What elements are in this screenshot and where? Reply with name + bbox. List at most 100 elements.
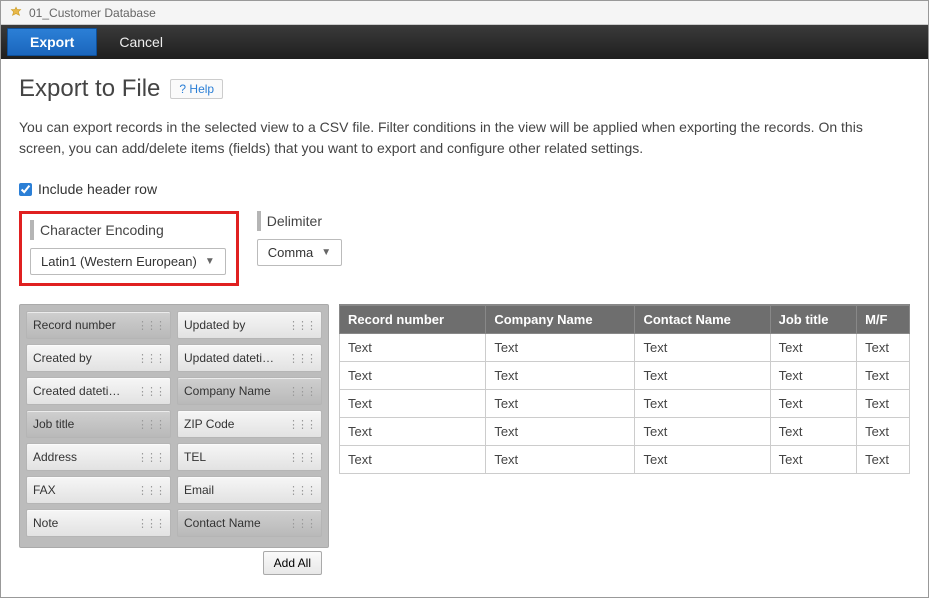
encoding-label: Character Encoding <box>30 220 226 240</box>
table-row: TextTextTextTextText <box>340 418 910 446</box>
table-header-row: Record numberCompany NameContact NameJob… <box>340 306 910 334</box>
table-cell: Text <box>770 418 857 446</box>
field-chip-label: ZIP Code <box>184 417 288 431</box>
table-cell: Text <box>486 418 635 446</box>
chevron-down-icon: ▼ <box>321 247 331 258</box>
table-cell: Text <box>857 446 910 474</box>
table-cell: Text <box>635 446 770 474</box>
grip-icon: ⋮⋮⋮ <box>137 352 164 365</box>
table-cell: Text <box>857 334 910 362</box>
grip-icon: ⋮⋮⋮ <box>137 451 164 464</box>
encoding-select[interactable]: Latin1 (Western European) ▼ <box>30 248 226 275</box>
field-chip-label: Job title <box>33 417 137 431</box>
field-chip[interactable]: Job title⋮⋮⋮ <box>26 410 171 438</box>
table-cell: Text <box>486 362 635 390</box>
table-cell: Text <box>340 418 486 446</box>
field-chip-label: FAX <box>33 483 137 497</box>
preview-table-wrap[interactable]: Record numberCompany NameContact NameJob… <box>339 304 910 474</box>
field-chip[interactable]: ZIP Code⋮⋮⋮ <box>177 410 322 438</box>
table-cell: Text <box>770 390 857 418</box>
field-column-right: Updated by⋮⋮⋮Updated dateti…⋮⋮⋮Company N… <box>177 311 322 541</box>
field-chip[interactable]: Note⋮⋮⋮ <box>26 509 171 537</box>
table-cell: Text <box>770 446 857 474</box>
field-picker-panel: Record number⋮⋮⋮Created by⋮⋮⋮Created dat… <box>19 304 329 548</box>
table-cell: Text <box>340 446 486 474</box>
grip-icon: ⋮⋮⋮ <box>288 385 315 398</box>
app-icon <box>9 6 23 20</box>
field-chip-label: Company Name <box>184 384 288 398</box>
grip-icon: ⋮⋮⋮ <box>288 418 315 431</box>
field-chip[interactable]: Updated dateti…⋮⋮⋮ <box>177 344 322 372</box>
field-chip[interactable]: Company Name⋮⋮⋮ <box>177 377 322 405</box>
table-cell: Text <box>486 390 635 418</box>
chevron-down-icon: ▼ <box>205 256 215 267</box>
table-row: TextTextTextTextText <box>340 390 910 418</box>
table-cell: Text <box>635 334 770 362</box>
table-row: TextTextTextTextText <box>340 362 910 390</box>
page-description: You can export records in the selected v… <box>19 117 889 159</box>
field-chip-label: Updated by <box>184 318 288 332</box>
table-header-cell[interactable]: M/F <box>857 306 910 334</box>
page-title: Export to File <box>19 75 160 103</box>
table-cell: Text <box>340 334 486 362</box>
grip-icon: ⋮⋮⋮ <box>288 319 315 332</box>
table-cell: Text <box>486 334 635 362</box>
field-chip[interactable]: Email⋮⋮⋮ <box>177 476 322 504</box>
table-header-cell[interactable]: Record number <box>340 306 486 334</box>
table-cell: Text <box>340 362 486 390</box>
add-all-button[interactable]: Add All <box>263 551 322 575</box>
field-chip[interactable]: TEL⋮⋮⋮ <box>177 443 322 471</box>
include-header-checkbox[interactable] <box>19 183 32 196</box>
grip-icon: ⋮⋮⋮ <box>288 517 315 530</box>
field-column-left: Record number⋮⋮⋮Created by⋮⋮⋮Created dat… <box>26 311 171 541</box>
field-chip[interactable]: Address⋮⋮⋮ <box>26 443 171 471</box>
table-cell: Text <box>857 390 910 418</box>
field-chip[interactable]: Created dateti…⋮⋮⋮ <box>26 377 171 405</box>
help-link[interactable]: ? Help <box>170 79 223 99</box>
grip-icon: ⋮⋮⋮ <box>137 517 164 530</box>
table-header-cell[interactable]: Contact Name <box>635 306 770 334</box>
field-chip-label: Note <box>33 516 137 530</box>
table-cell: Text <box>486 446 635 474</box>
table-cell: Text <box>635 418 770 446</box>
grip-icon: ⋮⋮⋮ <box>288 451 315 464</box>
field-chip-label: Created by <box>33 351 137 365</box>
table-cell: Text <box>857 418 910 446</box>
delimiter-value: Comma <box>268 245 314 260</box>
table-cell: Text <box>340 390 486 418</box>
table-cell: Text <box>770 362 857 390</box>
include-header-row[interactable]: Include header row <box>19 181 910 197</box>
table-cell: Text <box>635 390 770 418</box>
table-cell: Text <box>635 362 770 390</box>
field-chip-label: Updated dateti… <box>184 351 288 365</box>
encoding-value: Latin1 (Western European) <box>41 254 197 269</box>
grip-icon: ⋮⋮⋮ <box>137 418 164 431</box>
cancel-button[interactable]: Cancel <box>101 29 181 55</box>
field-chip-label: Address <box>33 450 137 464</box>
table-row: TextTextTextTextText <box>340 446 910 474</box>
field-chip[interactable]: Created by⋮⋮⋮ <box>26 344 171 372</box>
field-chip[interactable]: Record number⋮⋮⋮ <box>26 311 171 339</box>
grip-icon: ⋮⋮⋮ <box>288 484 315 497</box>
delimiter-label: Delimiter <box>257 211 342 231</box>
field-chip-label: TEL <box>184 450 288 464</box>
app-window: 01_Customer Database Export Cancel Expor… <box>0 0 929 598</box>
table-body: TextTextTextTextTextTextTextTextTextText… <box>340 334 910 474</box>
field-chip-label: Created dateti… <box>33 384 137 398</box>
field-chip-label: Record number <box>33 318 137 332</box>
export-button[interactable]: Export <box>7 28 97 56</box>
field-chip-label: Contact Name <box>184 516 288 530</box>
table-cell: Text <box>857 362 910 390</box>
table-header-cell[interactable]: Company Name <box>486 306 635 334</box>
field-chip[interactable]: Updated by⋮⋮⋮ <box>177 311 322 339</box>
titlebar: 01_Customer Database <box>1 1 928 25</box>
field-chip[interactable]: Contact Name⋮⋮⋮ <box>177 509 322 537</box>
table-cell: Text <box>770 334 857 362</box>
field-chip[interactable]: FAX⋮⋮⋮ <box>26 476 171 504</box>
delimiter-select[interactable]: Comma ▼ <box>257 239 342 266</box>
action-bar: Export Cancel <box>1 25 928 59</box>
table-header-cell[interactable]: Job title <box>770 306 857 334</box>
field-chip-label: Email <box>184 483 288 497</box>
table-row: TextTextTextTextText <box>340 334 910 362</box>
grip-icon: ⋮⋮⋮ <box>288 352 315 365</box>
